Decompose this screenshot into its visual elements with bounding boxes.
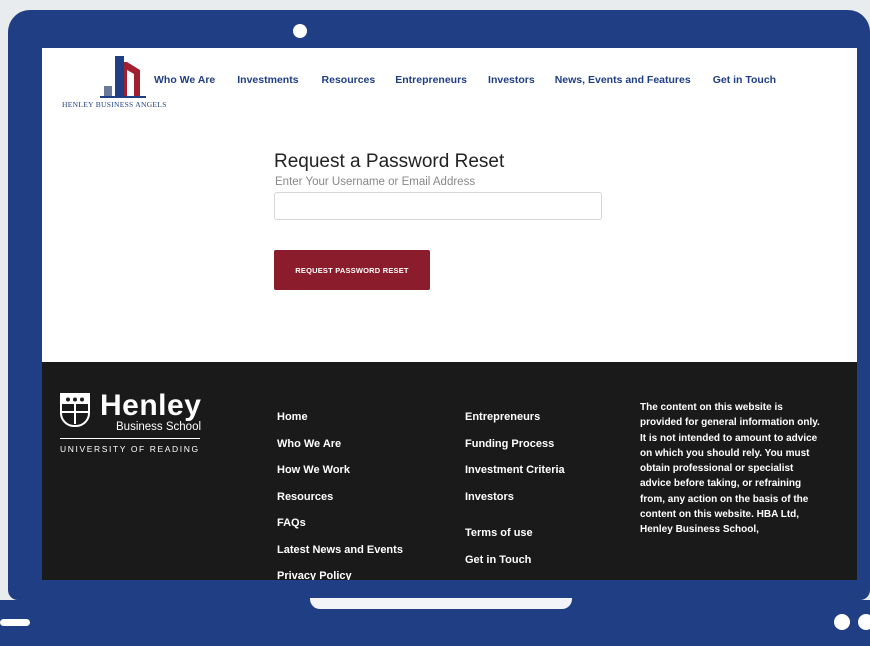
base-decoration-dot-2 [858,614,870,630]
henley-name: Henley [100,389,202,422]
footer-link-get-in-touch[interactable]: Get in Touch [465,554,531,566]
logo-text: HENLEY BUSINESS ANGELS [62,100,167,109]
business-school-label: Business School [116,421,202,433]
crest-icon [60,393,90,427]
footer-link-latest-news-events[interactable]: Latest News and Events [277,544,403,556]
footer-link-investment-criteria[interactable]: Investment Criteria [465,464,565,476]
site-footer: Henley Business School UNIVERSITY OF REA… [42,362,857,580]
nav-investors[interactable]: Investors [488,74,535,86]
footer-link-faqs[interactable]: FAQs [277,517,306,529]
browser-screen: HENLEY BUSINESS ANGELS Who We Are Invest… [42,48,857,580]
site-header: HENLEY BUSINESS ANGELS Who We Are Invest… [42,48,857,118]
footer-disclaimer: The content on this website is provided … [640,402,820,536]
nav-get-in-touch[interactable]: Get in Touch [713,74,776,86]
camera-dot [293,24,307,38]
nav-news-events-features[interactable]: News, Events and Features [555,74,691,86]
footer-link-home[interactable]: Home [277,411,308,423]
base-decoration-dot [834,614,850,630]
footer-link-entrepreneurs[interactable]: Entrepreneurs [465,411,540,423]
laptop-frame: HENLEY BUSINESS ANGELS Who We Are Invest… [8,10,870,600]
nav-entrepreneurs[interactable]: Entrepreneurs [395,74,467,86]
university-label: UNIVERSITY OF READING [60,444,200,454]
nav-resources[interactable]: Resources [322,74,376,86]
footer-link-terms-of-use[interactable]: Terms of use [465,527,533,539]
logo-mark-icon [100,56,146,98]
footer-link-who-we-are[interactable]: Who We Are [277,438,341,450]
footer-link-resources[interactable]: Resources [277,491,333,503]
username-email-label: Enter Your Username or Email Address [275,176,476,188]
footer-link-funding-process[interactable]: Funding Process [465,438,554,450]
footer-link-how-we-work[interactable]: How We Work [277,464,350,476]
footer-link-investors[interactable]: Investors [465,491,514,503]
base-decoration-line [0,619,30,626]
nav-investments[interactable]: Investments [237,74,298,86]
username-email-input[interactable] [274,192,602,220]
laptop-notch [310,598,572,609]
request-password-reset-button[interactable]: REQUEST PASSWORD RESET [274,250,430,290]
nav-who-we-are[interactable]: Who We Are [154,74,215,86]
logo-divider [60,438,200,439]
crest-detail-icon [62,395,88,424]
main-nav: Who We Are Investments Resources Entrepr… [154,74,776,86]
footer-link-privacy-policy[interactable]: Privacy Policy [277,570,352,580]
page-title: Request a Password Reset [274,151,505,172]
